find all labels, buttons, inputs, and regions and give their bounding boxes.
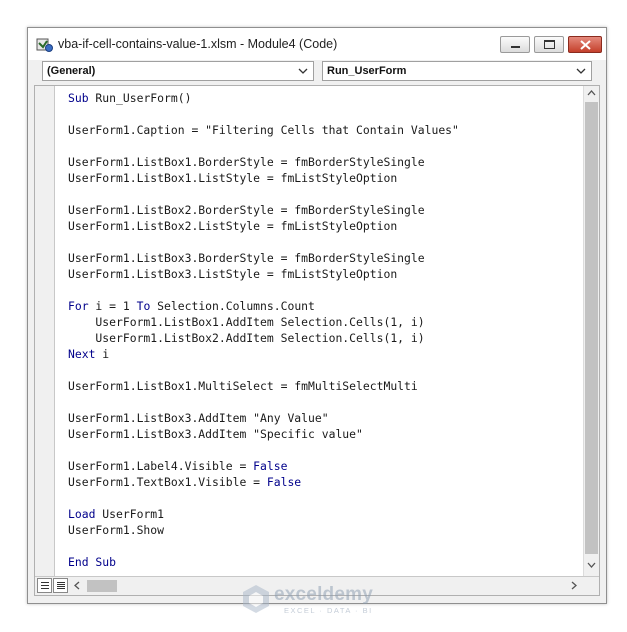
code-line[interactable]: UserForm1.ListBox1.ListStyle = fmListSty… [68, 170, 459, 186]
vertical-scroll-thumb[interactable] [585, 102, 598, 554]
code-line[interactable]: UserForm1.ListBox2.AddItem Selection.Cel… [68, 330, 459, 346]
code-line[interactable] [68, 186, 459, 202]
code-line[interactable]: Next i [68, 346, 459, 362]
scroll-down-icon[interactable] [587, 562, 596, 568]
code-keyword: For [68, 299, 89, 313]
code-token: UserForm1.ListBox2.ListStyle = fmListSty… [68, 219, 398, 233]
code-line[interactable]: UserForm1.ListBox3.AddItem "Any Value" [68, 410, 459, 426]
watermark-name: exceldemy [274, 584, 373, 605]
code-line[interactable]: UserForm1.Caption = "Filtering Cells tha… [68, 122, 459, 138]
vba-code-window: vba-if-cell-contains-value-1.xlsm - Modu… [27, 27, 607, 604]
code-line[interactable]: UserForm1.ListBox3.ListStyle = fmListSty… [68, 266, 459, 282]
code-line[interactable] [68, 234, 459, 250]
code-line[interactable] [68, 490, 459, 506]
exceldemy-logo-icon [243, 585, 269, 613]
code-line[interactable]: Sub Run_UserForm() [68, 90, 459, 106]
code-line[interactable]: End Sub [68, 554, 459, 570]
code-line[interactable]: UserForm1.ListBox2.ListStyle = fmListSty… [68, 218, 459, 234]
code-token: UserForm1.ListBox1.AddItem Selection.Cel… [68, 315, 425, 329]
watermark: exceldemy EXCEL · DATA · BI [242, 584, 392, 616]
horizontal-scroll-thumb[interactable] [87, 580, 117, 592]
title-bar[interactable]: vba-if-cell-contains-value-1.xlsm - Modu… [28, 28, 606, 60]
procedure-dropdown-value: Run_UserForm [327, 65, 407, 77]
close-button[interactable] [568, 36, 602, 53]
code-line[interactable]: UserForm1.Label4.Visible = False [68, 458, 459, 474]
code-keyword: Sub [68, 91, 89, 105]
code-keyword: Load [68, 507, 96, 521]
object-dropdown-value: (General) [47, 65, 96, 77]
maximize-button[interactable] [534, 36, 564, 53]
code-line[interactable]: Load UserForm1 [68, 506, 459, 522]
code-keyword: End Sub [68, 555, 117, 569]
code-keyword: False [266, 475, 302, 489]
code-token: i [95, 347, 110, 361]
code-line[interactable] [68, 394, 459, 410]
code-line[interactable]: UserForm1.ListBox3.BorderStyle = fmBorde… [68, 250, 459, 266]
chevron-down-icon [576, 68, 586, 74]
maximize-icon [544, 40, 555, 49]
code-line[interactable]: UserForm1.ListBox1.MultiSelect = fmMulti… [68, 378, 459, 394]
code-token: UserForm1.ListBox2.BorderStyle = fmBorde… [68, 203, 425, 217]
window-title: vba-if-cell-contains-value-1.xlsm - Modu… [58, 37, 338, 51]
code-keyword: To [136, 299, 151, 313]
code-token: UserForm1.ListBox2.AddItem Selection.Cel… [68, 331, 425, 345]
code-line[interactable]: UserForm1.ListBox1.BorderStyle = fmBorde… [68, 154, 459, 170]
code-line[interactable]: UserForm1.ListBox3.AddItem "Specific val… [68, 426, 459, 442]
margin-indicator-bar[interactable] [35, 86, 55, 576]
code-line[interactable] [68, 362, 459, 378]
code-token: UserForm1.ListBox1.ListStyle = fmListSty… [68, 171, 398, 185]
scroll-up-icon[interactable] [587, 90, 596, 96]
code-token: Selection.Columns.Count [150, 299, 315, 313]
code-token: UserForm1.ListBox1.MultiSelect = fmMulti… [68, 379, 418, 393]
full-module-view-button[interactable] [53, 578, 68, 593]
minimize-icon [511, 46, 520, 48]
code-keyword: False [253, 459, 288, 473]
code-editor[interactable]: Sub Run_UserForm() UserForm1.Caption = "… [34, 85, 600, 596]
code-token: Run_UserForm() [88, 91, 192, 105]
code-token: UserForm1.ListBox3.ListStyle = fmListSty… [68, 267, 398, 281]
chevron-down-icon [298, 68, 308, 74]
code-token: UserForm1.ListBox3.AddItem "Any Value" [68, 411, 329, 425]
code-token: UserForm1.ListBox1.BorderStyle = fmBorde… [68, 155, 425, 169]
procedure-dropdown[interactable]: Run_UserForm [322, 61, 592, 81]
scroll-right-icon[interactable] [571, 581, 577, 590]
procedure-view-button[interactable] [37, 578, 52, 593]
code-token: i = 1 [88, 299, 137, 313]
code-token: UserForm1.ListBox3.AddItem "Specific val… [68, 427, 363, 441]
code-line[interactable]: UserForm1.ListBox2.BorderStyle = fmBorde… [68, 202, 459, 218]
code-line[interactable]: UserForm1.Show [68, 522, 459, 538]
code-token: UserForm1 [95, 507, 165, 521]
code-line[interactable]: UserForm1.ListBox1.AddItem Selection.Cel… [68, 314, 459, 330]
scroll-left-icon[interactable] [74, 581, 80, 590]
code-token: UserForm1.ListBox3.BorderStyle = fmBorde… [68, 251, 425, 265]
object-dropdown[interactable]: (General) [42, 61, 314, 81]
code-line[interactable]: UserForm1.TextBox1.Visible = False [68, 474, 459, 490]
code-token: UserForm1.Label4.Visible = [68, 459, 254, 473]
code-token: UserForm1.Show [68, 523, 165, 537]
code-line[interactable] [68, 138, 459, 154]
code-text[interactable]: Sub Run_UserForm() UserForm1.Caption = "… [68, 90, 459, 570]
code-line[interactable]: For i = 1 To Selection.Columns.Count [68, 298, 459, 314]
minimize-button[interactable] [500, 36, 530, 53]
vertical-scrollbar[interactable] [583, 86, 599, 576]
code-line[interactable] [68, 442, 459, 458]
close-icon [580, 40, 591, 50]
watermark-tagline: EXCEL · DATA · BI [284, 606, 373, 615]
code-token: UserForm1.TextBox1.Visible = [68, 475, 267, 489]
vba-editor-icon [36, 38, 53, 52]
code-line[interactable] [68, 106, 459, 122]
code-keyword: Next [68, 347, 96, 361]
code-token: UserForm1.Caption = "Filtering Cells tha… [68, 123, 459, 137]
code-line[interactable] [68, 538, 459, 554]
code-line[interactable] [68, 282, 459, 298]
